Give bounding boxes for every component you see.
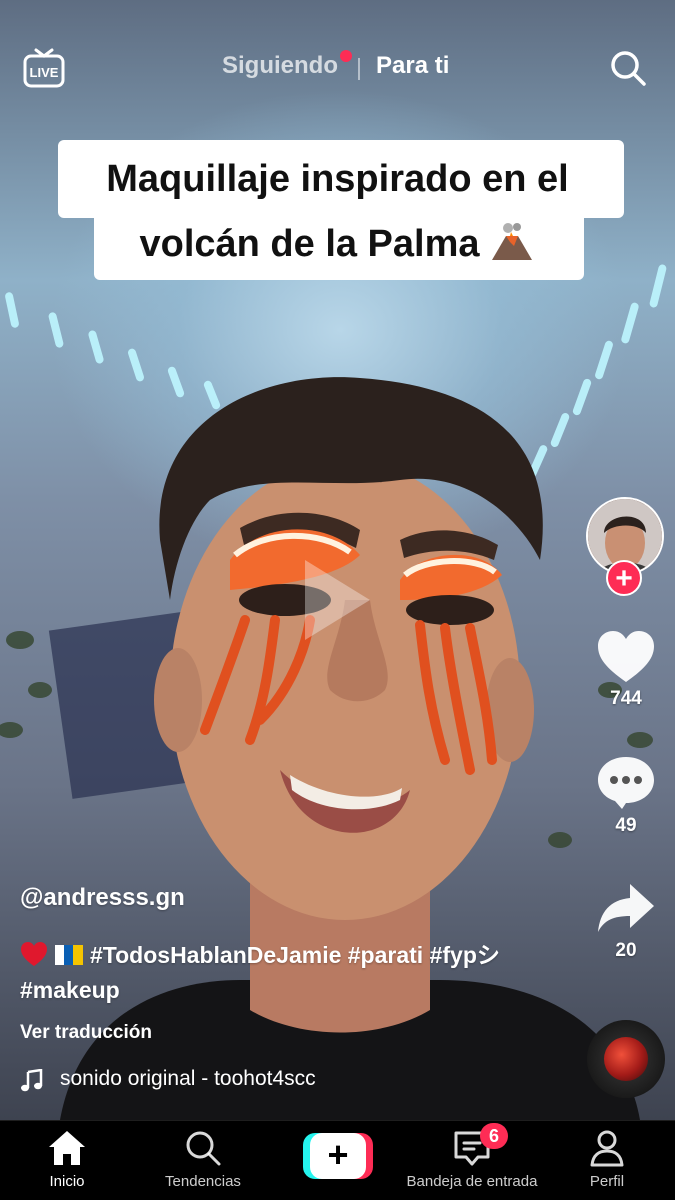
creator-username[interactable]: @andresss.gn: [20, 884, 185, 912]
search-button[interactable]: [608, 48, 648, 88]
sound-link[interactable]: sonido original - toohot4scc: [20, 1067, 360, 1095]
nav-inbox[interactable]: Bandeja de entrada: [402, 1129, 542, 1190]
music-disc-artwork: [604, 1037, 648, 1081]
video-caption-text: volcán de la Palma: [139, 223, 480, 265]
nav-profile[interactable]: Perfil: [537, 1129, 675, 1190]
share-button[interactable]: 20: [586, 880, 666, 962]
new-content-dot: [340, 50, 352, 62]
video-caption-line-1: Maquillaje inspirado en el: [106, 158, 569, 200]
follow-button[interactable]: +: [606, 560, 642, 596]
video-caption-line-2: volcán de la Palma: [0, 222, 675, 266]
create-button[interactable]: +: [303, 1133, 373, 1179]
red-heart-icon: [21, 942, 47, 966]
like-button[interactable]: 744: [586, 630, 666, 710]
hashtag-parati[interactable]: #parati: [348, 942, 423, 968]
nav-home[interactable]: Inicio: [0, 1129, 137, 1190]
search-icon: [186, 1131, 221, 1166]
hashtag-makeup[interactable]: #makeup: [20, 977, 120, 1003]
translate-link[interactable]: Ver traducción: [20, 1022, 152, 1044]
home-icon: [49, 1131, 85, 1165]
hashtag-fyp[interactable]: #fypシ: [430, 942, 500, 968]
canary-islands-flag-icon: [55, 945, 83, 965]
sound-title: sonido original - toohot4scc: [60, 1067, 316, 1090]
heart-icon: [598, 631, 654, 682]
comment-count: 49: [615, 815, 637, 836]
like-count: 744: [610, 688, 642, 709]
plus-icon: +: [310, 1133, 366, 1179]
inbox-badge: 6: [480, 1123, 508, 1149]
share-arrow-icon: [598, 884, 654, 932]
share-count: 20: [615, 940, 637, 961]
nav-tendencias[interactable]: Tendencias: [133, 1129, 273, 1190]
top-bar: LIVE Siguiendo Para ti: [0, 0, 675, 140]
comment-icon: [598, 757, 654, 809]
post-description: #TodosHablanDeJamie #parati #fypシ #makeu…: [20, 938, 540, 1008]
search-icon: [611, 51, 646, 86]
music-note-icon: [21, 1069, 43, 1092]
tab-para-ti[interactable]: Para ti: [376, 52, 449, 80]
profile-icon: [590, 1130, 624, 1167]
tab-siguiendo[interactable]: Siguiendo: [222, 52, 338, 80]
music-disc[interactable]: [587, 1020, 665, 1098]
nav-home-label: Inicio: [49, 1173, 85, 1190]
nav-inbox-label: Bandeja de entrada: [406, 1173, 538, 1190]
hashtag-todoshablandejamie[interactable]: #TodosHablanDeJamie: [90, 942, 341, 968]
feed-tabs: Siguiendo Para ti: [0, 52, 675, 88]
tab-divider: [358, 58, 360, 80]
comment-button[interactable]: 49: [586, 755, 666, 837]
volcano-icon: [491, 223, 532, 260]
nav-profile-label: Perfil: [589, 1173, 625, 1190]
nav-tendencias-label: Tendencias: [165, 1173, 241, 1190]
